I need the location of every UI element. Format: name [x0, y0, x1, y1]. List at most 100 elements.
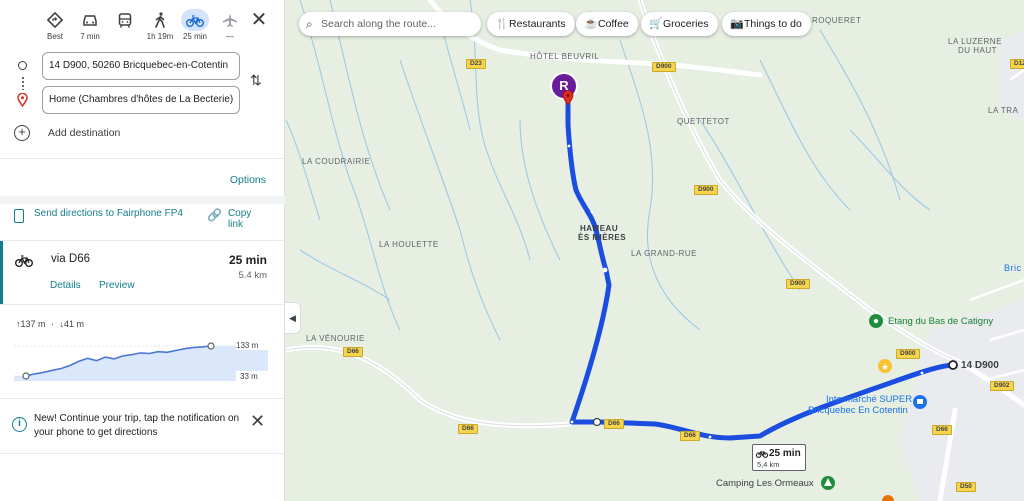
search-placeholder: Search along the route... — [321, 18, 436, 30]
bicycle-icon — [756, 451, 768, 458]
chip-label: Things to do — [744, 18, 802, 30]
shopping-cart-icon: 🛒 — [649, 18, 663, 30]
chip-coffee[interactable]: ☕ Coffee — [576, 12, 638, 36]
chip-label: Coffee — [598, 18, 629, 30]
mode-cycle[interactable]: 25 min — [177, 6, 213, 44]
chip-groceries[interactable]: 🛒 Groceries — [641, 12, 718, 36]
road-tag: D66 — [343, 347, 363, 357]
dismiss-notification-button[interactable]: ✕ — [250, 411, 265, 432]
route-option-card[interactable]: via D66 25 min 5.4 km Details Preview — [0, 241, 285, 304]
close-directions-button[interactable]: ✕ — [249, 10, 269, 30]
train-icon — [118, 12, 132, 28]
destination-pin-icon — [17, 93, 28, 107]
place-label: DU HAUT — [958, 46, 998, 55]
elevation-min-label: 33 m — [240, 372, 258, 381]
add-destination-label: Add destination — [48, 127, 121, 139]
mode-walk[interactable]: 1h 19m — [142, 6, 178, 44]
mode-drive[interactable]: 7 min — [72, 6, 108, 44]
mode-best-label: Best — [46, 32, 63, 41]
copy-link-label: Copy link — [227, 208, 252, 230]
chip-things-to-do[interactable]: 📷 Things to do — [722, 12, 811, 36]
route-distance: 5.4 km — [238, 270, 267, 281]
road-tag: D900 — [652, 62, 676, 72]
place-label: QUETTETOT — [677, 117, 730, 126]
search-icon: ⌕ — [306, 17, 313, 31]
copy-link-button[interactable]: 🔗 Copy link — [207, 208, 258, 230]
mode-best[interactable]: Best — [37, 6, 73, 44]
car-icon — [83, 15, 97, 26]
place-label: HÔTEL BEUVRIL — [530, 52, 600, 61]
coffee-cup-icon: ☕ — [584, 18, 598, 30]
elevation-max-label: 133 m — [236, 341, 259, 350]
divider — [0, 304, 285, 305]
place-label: LA GRAND-RUE — [631, 249, 698, 258]
elevation-chart: 133 m 33 m — [14, 340, 270, 381]
destination-pin-icon — [562, 90, 574, 106]
bicycle-icon — [15, 255, 33, 267]
origin-circle-icon — [18, 61, 27, 70]
send-to-phone-label: Send directions to Fairphone FP4 — [34, 208, 183, 219]
poi-intermarche-sub[interactable]: Bricquebec En Cotentin — [808, 405, 908, 416]
ascent-value: 137 m — [20, 319, 46, 329]
notification-banner: i New! Continue your trip, tap the notif… — [0, 398, 285, 454]
bubble-time: 25 min — [769, 448, 801, 459]
road-tag: D66 — [932, 425, 952, 435]
walking-icon — [155, 12, 165, 28]
road-tag: D902 — [990, 381, 1014, 391]
road-tag: D12 — [1010, 59, 1024, 69]
mode-transit[interactable] — [107, 6, 143, 44]
mode-flight-label: — — [226, 32, 234, 41]
link-icon: 🔗 — [207, 208, 222, 222]
add-destination-button[interactable]: + Add destination — [14, 124, 120, 142]
road-tag: D50 — [956, 482, 976, 492]
place-label: LA HOULETTE — [379, 240, 439, 249]
bicycle-icon — [186, 14, 204, 27]
bubble-distance: 5,4 km — [757, 460, 780, 469]
poi-etang[interactable]: Etang du Bas de Catigny — [888, 316, 993, 327]
collapse-panel-button[interactable]: ◀ — [285, 302, 301, 334]
send-to-phone-link[interactable]: Send directions to Fairphone FP4 — [14, 208, 194, 223]
place-label: LA COUDRAIRIE — [302, 157, 371, 166]
road-tag: D66 — [680, 431, 700, 441]
elevation-end-point — [207, 342, 215, 350]
mode-drive-label: 7 min — [80, 32, 100, 41]
airplane-icon — [223, 13, 237, 27]
destination-input[interactable]: Home (Chambres d'hôtes de La Becterie) — [42, 86, 240, 114]
road-tag: D900 — [694, 185, 718, 195]
chip-restaurants[interactable]: 🍴 Restaurants — [487, 12, 575, 36]
elevation-summary: ↑137 m · ↓41 m — [16, 319, 84, 329]
travel-mode-bar: Best 7 min 1h 19m 25 min — — [0, 6, 285, 46]
route-time-bubble[interactable]: 25 min 5,4 km — [752, 444, 806, 471]
place-label: ROQUERET — [812, 16, 862, 25]
options-button[interactable]: Options — [230, 174, 266, 186]
mode-cycle-label: 25 min — [182, 32, 207, 41]
place-label: LA LUZERNE — [948, 37, 1002, 46]
poi-camping[interactable]: Camping Les Ormeaux — [716, 478, 814, 489]
camera-icon: 📷 — [730, 18, 744, 30]
separator: · — [51, 319, 55, 329]
notification-text: New! Continue your trip, tap the notific… — [34, 413, 240, 438]
mode-walk-label: 1h 19m — [146, 32, 174, 41]
place-label: LA TRA — [988, 106, 1019, 115]
phone-icon — [14, 209, 24, 223]
plus-icon: + — [14, 125, 30, 141]
descent-value: 41 m — [64, 319, 85, 329]
place-label: LA VÉNOURIE — [306, 334, 365, 343]
search-along-route-input[interactable]: ⌕ Search along the route... — [299, 12, 481, 36]
swap-icon[interactable]: ⇅ — [250, 72, 262, 89]
origin-marker — [948, 360, 958, 370]
svg-text:★: ★ — [881, 363, 889, 373]
preview-link[interactable]: Preview — [99, 280, 135, 291]
poi-intermarche[interactable]: Intermarché SUPER — [826, 394, 912, 405]
details-link[interactable]: Details — [50, 280, 81, 291]
directions-panel: Best 7 min 1h 19m 25 min — ✕ 14 D900, 50… — [0, 0, 285, 501]
route-dots — [22, 76, 24, 90]
place-label: Bric — [1004, 263, 1022, 273]
road-tag: D66 — [604, 419, 624, 429]
elevation-area — [14, 346, 268, 381]
mode-flight[interactable]: — — [212, 6, 248, 44]
place-label: ÈS MIÈRES — [578, 233, 627, 242]
fork-knife-icon: 🍴 — [495, 18, 509, 30]
route-duration: 25 min — [228, 253, 267, 267]
origin-input[interactable]: 14 D900, 50260 Bricquebec-en-Cotentin — [42, 52, 240, 80]
